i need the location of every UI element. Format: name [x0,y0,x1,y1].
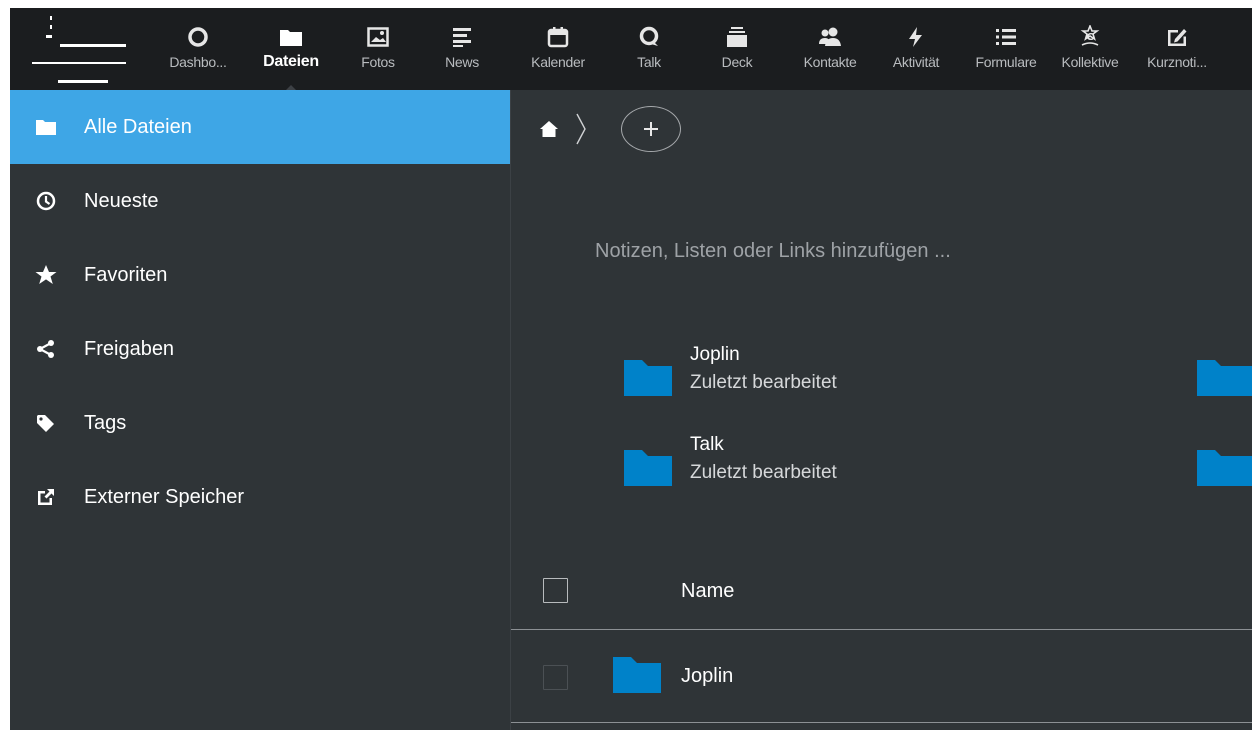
app-tab-label: Fotos [361,54,395,70]
folder-icon[interactable] [1197,358,1252,401]
breadcrumb [539,106,587,152]
edit-icon [1165,25,1189,49]
recent-item-subtitle: Zuletzt bearbeitet [690,462,837,483]
app-tab-collectives[interactable]: C Kollektive [1050,8,1130,90]
contacts-icon [818,25,842,49]
app-tab-photos[interactable]: Fotos [346,8,410,90]
app-tab-deck[interactable]: Deck [708,8,766,90]
app-tab-talk[interactable]: Talk [620,8,678,90]
svg-text:C: C [1086,32,1093,43]
recent-item-title: Talk [690,434,724,455]
app-tab-forms[interactable]: Formulare [966,8,1046,90]
app-tab-calendar[interactable]: Kalender [516,8,600,90]
app-tab-dashboard[interactable]: Dashbo... [160,8,236,90]
external-link-icon [34,485,58,509]
sidebar-item-label: Externer Speicher [84,485,245,508]
folder-icon [279,25,303,49]
lines-icon [450,25,474,49]
sidebar-item-all-files[interactable]: Alle Dateien [10,90,510,164]
app-tab-label: Talk [637,54,661,70]
talk-icon [637,25,661,49]
app-tab-label: Kurznoti... [1147,54,1207,70]
recent-item-title: Joplin [690,344,740,365]
calendar-icon [546,25,570,49]
sidebar-item-external-storage[interactable]: Externer Speicher [10,460,510,534]
tag-icon [34,411,58,435]
app-window: Dashbo... Dateien Fotos News Kalender Ta… [10,8,1252,730]
folder-icon [613,655,661,698]
menu-tick [50,16,52,20]
sidebar-item-recent[interactable]: Neueste [10,164,510,238]
menu-bar [58,80,108,83]
stack-icon [725,25,749,49]
add-new-button[interactable] [621,106,681,152]
sidebar-item-tags[interactable]: Tags [10,386,510,460]
app-tab-label: Kollektive [1061,54,1119,70]
image-icon [366,25,390,49]
table-row[interactable]: Joplin [511,631,1252,723]
rich-workspace-placeholder[interactable]: Notizen, Listen oder Links hinzufügen ..… [595,240,951,263]
folder-icon[interactable] [1197,448,1252,491]
folder-icon [624,448,672,491]
sidebar-item-favorites[interactable]: Favoriten [10,238,510,312]
app-tab-contacts[interactable]: Kontakte [792,8,868,90]
clock-icon [34,189,58,213]
recent-item-subtitle: Zuletzt bearbeitet [690,372,837,393]
menu-bar [46,35,52,38]
sidebar-item-label: Neueste [84,189,159,212]
app-tab-notes[interactable]: Kurznoti... [1134,8,1220,90]
recent-item-joplin[interactable]: Joplin Zuletzt bearbeitet [624,344,1024,410]
file-list-area: Notizen, Listen oder Links hinzufügen ..… [511,90,1252,730]
app-tab-label: News [445,54,479,70]
sidebar-item-label: Alle Dateien [84,115,192,138]
app-header: Dashbo... Dateien Fotos News Kalender Ta… [10,8,1252,91]
file-name[interactable]: Joplin [681,665,733,688]
sidebar: Alle Dateien Neueste Favoriten Freigaben… [10,90,511,730]
menu-tick [50,25,52,29]
app-tab-label: Formulare [975,54,1037,70]
sidebar-item-label: Tags [84,411,127,434]
app-tab-news[interactable]: News [430,8,494,90]
file-list-header: Name [511,552,1252,630]
select-all-checkbox[interactable] [543,578,568,603]
star-icon [34,263,58,287]
folder-icon [34,115,58,139]
app-tab-label: Dashbo... [169,54,227,70]
folder-icon [624,358,672,401]
bolt-icon [904,25,928,49]
home-icon[interactable] [539,119,559,139]
breadcrumb-separator-icon [575,112,587,146]
recent-item-talk[interactable]: Talk Zuletzt bearbeitet [624,434,1024,500]
share-icon [34,337,58,361]
sidebar-item-shares[interactable]: Freigaben [10,312,510,386]
collective-icon: C [1078,25,1102,49]
app-menu-button[interactable] [32,12,126,88]
list-icon [994,25,1018,49]
app-tab-files[interactable]: Dateien [246,8,336,91]
sidebar-item-label: Freigaben [84,337,175,360]
app-tab-label: Aktivität [892,54,940,70]
row-checkbox[interactable] [543,665,568,690]
app-tab-label: Dateien [263,53,319,70]
plus-icon [642,120,660,138]
menu-bar [60,44,126,47]
menu-bar [32,62,126,64]
app-tab-label: Deck [721,54,753,70]
app-tab-label: Kontakte [803,54,857,70]
circle-icon [186,25,210,49]
app-tab-label: Kalender [531,54,585,70]
sidebar-item-label: Favoriten [84,263,168,286]
name-column-header[interactable]: Name [681,580,734,603]
app-tab-activity[interactable]: Aktivität [876,8,956,90]
